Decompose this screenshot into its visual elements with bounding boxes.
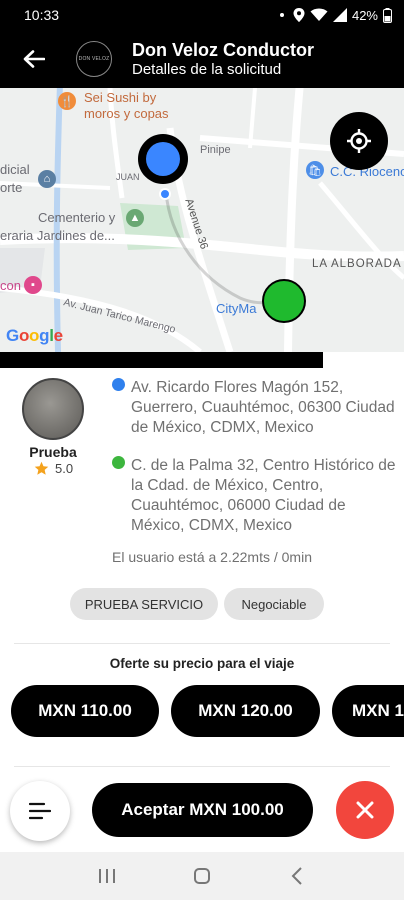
- origin-marker-dot: [146, 142, 180, 176]
- signal-icon: [332, 8, 347, 22]
- request-timer-bar: [0, 352, 404, 368]
- system-nav-bar: [0, 852, 404, 900]
- accept-button[interactable]: Aceptar MXN 100.00: [92, 783, 313, 837]
- status-time: 10:33: [24, 7, 60, 23]
- price-option-more[interactable]: MXN 1: [332, 685, 404, 737]
- home-button[interactable]: [182, 856, 222, 896]
- recents-button[interactable]: [87, 856, 127, 896]
- dropoff-address: C. de la Palma 32, Centro Histórico de l…: [131, 457, 396, 534]
- user-rating: 5.0: [34, 461, 73, 476]
- google-letter-o1: o: [18, 326, 30, 345]
- pickup-dot-icon: [112, 378, 125, 391]
- price-option-120[interactable]: MXN 120.00: [171, 685, 320, 737]
- cancel-button[interactable]: [336, 781, 394, 839]
- museum-icon: ⌂: [38, 170, 56, 188]
- negotiable-chip: Negociable: [224, 588, 324, 620]
- locate-me-button[interactable]: [330, 112, 388, 170]
- user-name: Prueba: [29, 444, 77, 460]
- google-letter-o2: o: [29, 326, 40, 345]
- status-icons: 42%: [279, 7, 392, 23]
- close-icon: [356, 801, 374, 819]
- divider: [14, 766, 390, 767]
- shopping-icon: 🛍: [306, 161, 324, 179]
- request-timer-fill: [0, 352, 324, 368]
- price-option-110[interactable]: MXN 110.00: [11, 685, 159, 737]
- map-label-left-2: orte: [0, 180, 23, 195]
- crosshair-icon: [347, 129, 371, 153]
- menu-lines-icon: [29, 802, 51, 820]
- google-letter-e: e: [53, 326, 63, 345]
- offer-title: Oferte su precio para el viaje: [109, 656, 295, 671]
- rating-value: 5.0: [55, 461, 74, 476]
- service-type-chip: PRUEBA SERVICIO: [70, 588, 218, 620]
- hotel-icon: ▪: [24, 276, 42, 294]
- price-option-more-label: MXN 1: [352, 701, 404, 720]
- arrow-left-icon: [23, 50, 45, 68]
- back-nav-button[interactable]: [277, 856, 317, 896]
- google-letter-g: G: [6, 326, 19, 345]
- app-logo-text: DON VELOZ: [78, 56, 110, 62]
- map-label-cementerio-2: eraria Jardines de...: [0, 228, 115, 243]
- avatar: [22, 378, 84, 440]
- home-icon: [193, 868, 210, 884]
- map[interactable]: 🍴 Sei Sushi by moros y copas dicial orte…: [0, 88, 404, 352]
- menu-button[interactable]: [10, 781, 70, 841]
- wifi-icon: [310, 8, 328, 21]
- divider: [14, 643, 390, 644]
- restaurant-icon: 🍴: [58, 92, 76, 110]
- back-button[interactable]: [12, 37, 56, 81]
- user-distance: El usuario está a 2.22mts / 0min: [112, 549, 312, 565]
- dropoff-dot-icon: [112, 456, 125, 469]
- location-icon: [293, 8, 305, 22]
- page-title: Don Veloz Conductor: [132, 39, 314, 60]
- user-location-dot: [159, 188, 171, 200]
- park-icon: ▲: [126, 209, 144, 227]
- map-label-citymarket: CityMa: [216, 301, 257, 316]
- star-icon: [34, 461, 49, 475]
- map-label-alborada: LA ALBORADA: [312, 258, 402, 270]
- header-text: Don Veloz Conductor Detalles de la solic…: [132, 40, 314, 79]
- pickup-address: Av. Ricardo Flores Magón 152, Guerrero, …: [131, 379, 395, 436]
- map-label-cementerio: Cementerio y: [38, 210, 116, 225]
- google-logo: Google: [6, 326, 63, 346]
- destination-marker[interactable]: [262, 279, 306, 323]
- map-label-juan: JUAN: [116, 172, 140, 182]
- app-logo: DON VELOZ: [76, 41, 112, 77]
- notification-dot-icon: [279, 13, 284, 17]
- google-letter-g2: g: [39, 326, 50, 345]
- map-label-con: con: [0, 278, 21, 293]
- map-label-sushi: Sei Sushi by moros y copas: [84, 90, 169, 121]
- recents-icon: [99, 869, 116, 883]
- map-label-pinipe: Pinipe: [200, 144, 231, 156]
- status-bar: 10:33 42%: [0, 0, 404, 30]
- app-header: DON VELOZ Don Veloz Conductor Detalles d…: [0, 30, 404, 88]
- map-label-left-1: dicial: [0, 162, 30, 177]
- battery-level: 42%: [351, 7, 378, 23]
- back-icon: [291, 867, 302, 885]
- battery-icon: [383, 7, 392, 23]
- page-subtitle: Detalles de la solicitud: [132, 60, 282, 78]
- origin-marker[interactable]: [138, 134, 188, 184]
